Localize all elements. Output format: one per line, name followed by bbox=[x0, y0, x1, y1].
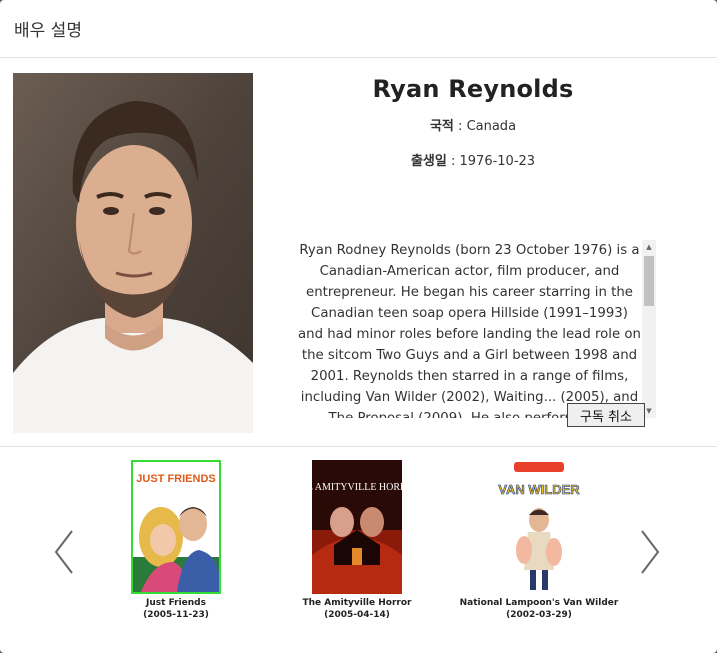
actor-birthdate: 출생일 : 1976-10-23 bbox=[290, 150, 656, 169]
birthdate-label: 출생일 bbox=[410, 154, 447, 169]
birthdate-value: 1976-10-23 bbox=[459, 154, 536, 169]
chevron-right-icon[interactable] bbox=[636, 527, 664, 577]
movie-poster[interactable]: THE AMITYVILLE HORROR bbox=[312, 460, 402, 594]
chevron-left-icon[interactable] bbox=[52, 527, 80, 577]
poster-title-text: THE AMITYVILLE HORROR bbox=[312, 482, 402, 493]
meta-separator: : bbox=[450, 154, 456, 169]
actor-photo bbox=[13, 73, 253, 433]
movie-title: The Amityville Horror bbox=[302, 598, 412, 608]
nationality-label: 국적 bbox=[429, 119, 454, 134]
actor-info: Ryan Reynolds 국적 : Canada 출생일 : 1976-10-… bbox=[290, 73, 656, 169]
meta-separator: : bbox=[458, 119, 463, 134]
movie-card[interactable]: VAN WILDER National Lampoon's Van Wilder… bbox=[454, 460, 624, 620]
movie-poster[interactable]: JUST FRIENDS bbox=[131, 460, 221, 594]
scroll-up-icon[interactable]: ▲ bbox=[642, 240, 656, 254]
actor-name: Ryan Reynolds bbox=[372, 75, 574, 103]
actor-detail-modal: 배우 설명 Ryan Reynolds 국적: Canada 출생일: 19… bbox=[0, 0, 717, 653]
nationality-value: Canada bbox=[466, 119, 517, 134]
movie-title: National Lampoon's Van Wilder bbox=[459, 598, 619, 608]
modal-title: 배우 설명 bbox=[14, 21, 82, 41]
biography-scroll-area[interactable]: Ryan Rodney Reynolds (born 23 October 19… bbox=[298, 240, 656, 418]
biography-text: Ryan Rodney Reynolds (born 23 October 19… bbox=[298, 243, 641, 418]
actor-nationality: 국적 : Canada bbox=[290, 115, 656, 134]
movie-date: (2005-11-23) bbox=[143, 610, 209, 620]
modal-header: 배우 설명 bbox=[0, 0, 717, 58]
poster-title-text: JUST FRIENDS bbox=[136, 473, 215, 485]
movie-card[interactable]: THE AMITYVILLE HORROR The Amityville Hor… bbox=[272, 460, 442, 620]
movie-title: Just Friends bbox=[146, 598, 206, 608]
poster-title-text: VAN WILDER bbox=[498, 482, 580, 497]
movie-date: (2005-04-14) bbox=[324, 610, 390, 620]
movie-card[interactable]: JUST FRIENDS Just Friends (2005-11-23) bbox=[91, 460, 261, 620]
biography-scrollbar[interactable]: ▲ ▼ bbox=[642, 240, 656, 418]
unsubscribe-button[interactable]: 구독 취소 bbox=[567, 403, 645, 427]
movie-poster[interactable]: VAN WILDER bbox=[494, 460, 584, 594]
movie-date: (2002-03-29) bbox=[506, 610, 572, 620]
actor-info-section: Ryan Reynolds 국적 : Canada 출생일 : 1976-10-… bbox=[0, 58, 717, 447]
scroll-thumb[interactable] bbox=[644, 256, 654, 306]
filmography-carousel: JUST FRIENDS Just Friends (2005-11-23) A… bbox=[0, 447, 717, 652]
